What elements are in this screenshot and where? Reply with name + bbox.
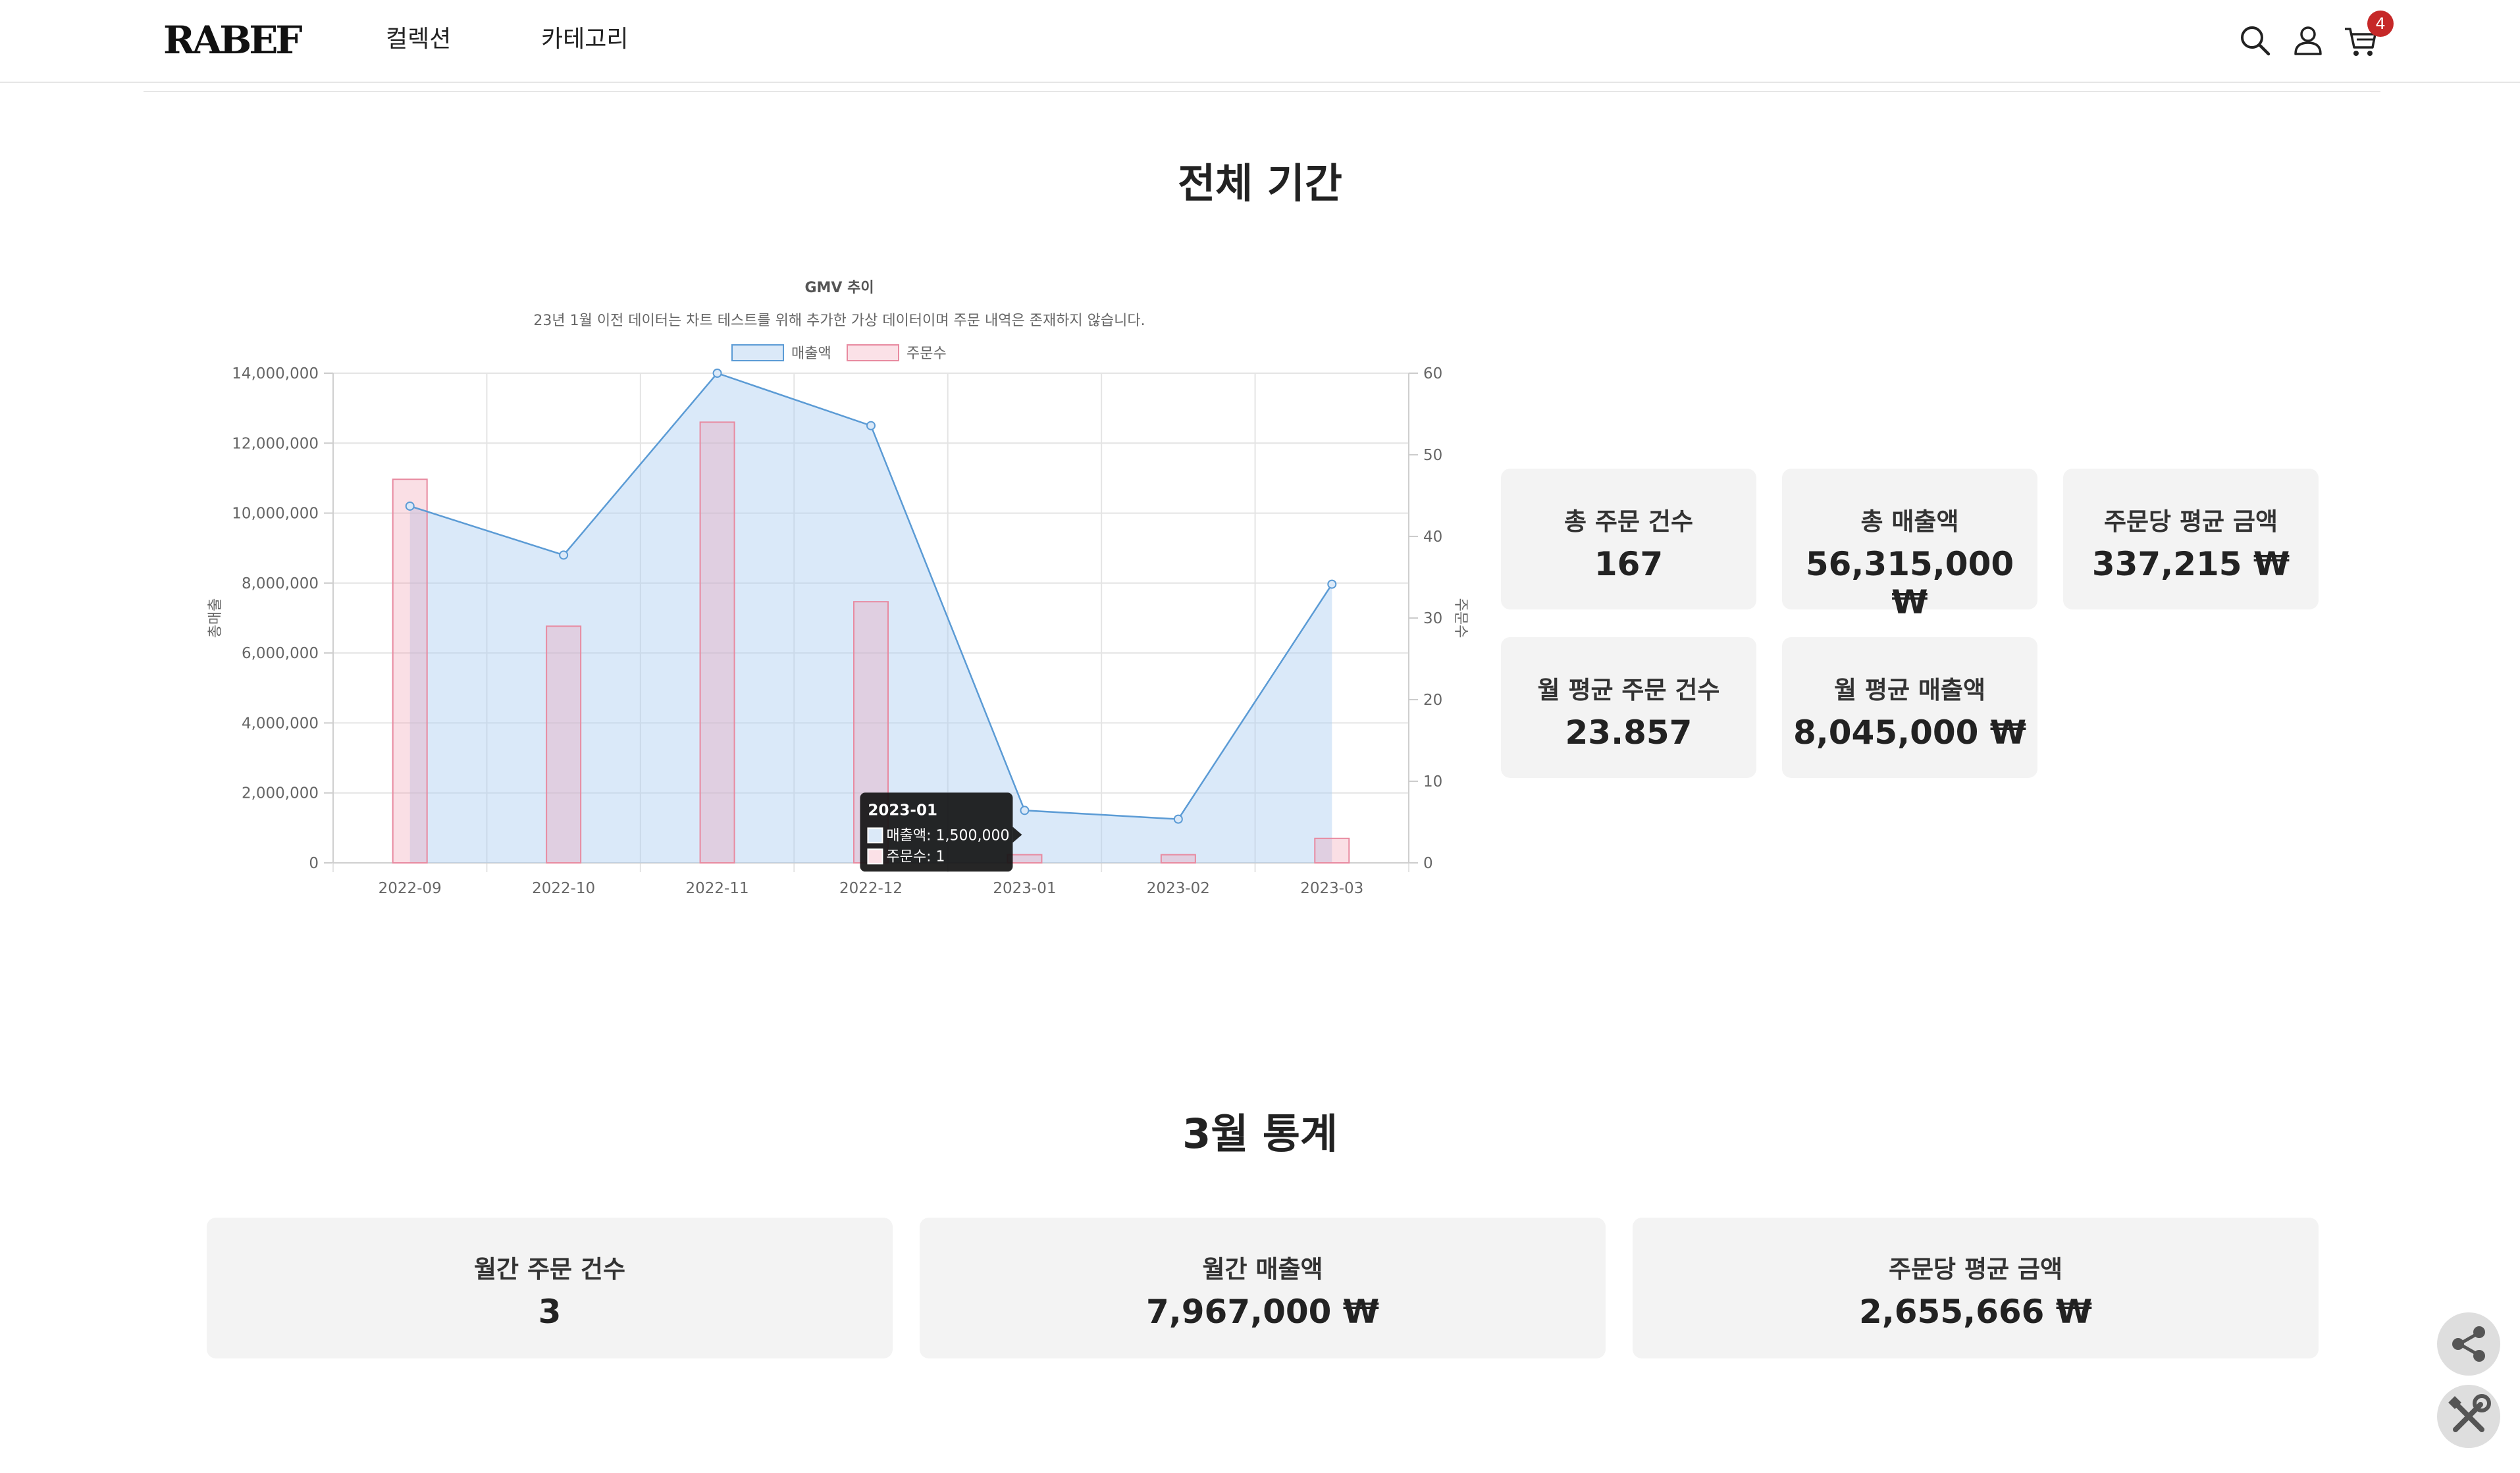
sales-point [712, 369, 722, 378]
stat-card-monthly-orders: 월간 주문 건수 3 [207, 1218, 893, 1358]
x-tick-label: 2022-12 [839, 880, 903, 897]
share-button[interactable] [2437, 1312, 2500, 1376]
y-left-tick-label: 2,000,000 [242, 785, 319, 802]
y-left-tick-label: 14,000,000 [232, 365, 319, 382]
orders-bar [392, 478, 428, 864]
stat-card-monthly-sales: 월간 매출액 7,967,000 ₩ [920, 1218, 1606, 1358]
stat-label: 총 매출액 [1860, 507, 1959, 536]
stat-value: 337,215 ₩ [2091, 545, 2290, 583]
stat-value: 167 [1594, 545, 1664, 583]
x-tick-label: 2022-10 [532, 880, 595, 897]
tooltip-swatch-sales [867, 827, 883, 844]
y-left-tick-label: 12,000,000 [232, 435, 319, 452]
orders-bar [1314, 837, 1350, 864]
stat-label: 주문당 평균 금액 [1888, 1255, 2063, 1283]
chart-subtitle: 23년 1월 이전 데이터는 차트 테스트를 위해 추가한 가상 데이터이며 주… [533, 313, 1145, 329]
tooltip-title: 2023-01 [868, 802, 937, 819]
y-left-tick-label: 6,000,000 [242, 645, 319, 662]
legend-swatch-sales [731, 344, 784, 361]
y-left-tick-label: 4,000,000 [242, 715, 319, 732]
stat-label: 월 평균 주문 건수 [1537, 676, 1720, 704]
x-tick-label: 2022-09 [379, 880, 442, 897]
stat-label: 총 주문 건수 [1564, 507, 1693, 536]
legend-swatch-orders [847, 344, 899, 361]
legend-label-sales: 매출액 [791, 346, 831, 362]
stat-label: 월 평균 매출액 [1833, 676, 1985, 704]
chart-title: GMV 추이 [804, 280, 874, 296]
header-divider [144, 91, 2380, 92]
stat-card-total-sales: 총 매출액 56,315,000 ₩ [1782, 469, 2037, 621]
y-left-tick-label: 10,000,000 [232, 505, 319, 523]
x-tick-label: 2023-03 [1300, 880, 1363, 897]
y-right-tick-label: 20 [1423, 692, 1442, 709]
stat-value: 3 [538, 1293, 562, 1331]
stat-value: 7,967,000 ₩ [1145, 1293, 1380, 1331]
legend-label-orders: 주문수 [906, 346, 947, 362]
sales-point [405, 501, 415, 511]
nav-collection[interactable]: 컬렉션 [386, 24, 451, 55]
tooltip-swatch-orders [867, 848, 883, 865]
stat-value: 56,315,000 ₩ [1805, 545, 2014, 621]
orders-bar [546, 625, 582, 864]
site-logo[interactable]: RABEF [163, 17, 303, 63]
orders-bar [699, 421, 735, 864]
tools-button[interactable] [2437, 1385, 2500, 1448]
y-left-axis-title: 총매출 [207, 598, 224, 638]
nav-category[interactable]: 카테고리 [541, 24, 628, 55]
stat-label: 주문당 평균 금액 [2103, 507, 2278, 536]
y-left-tick-label: 8,000,000 [242, 575, 319, 592]
stat-card-monthly-avg-orders: 월 평균 주문 건수 23.857 [1501, 637, 1756, 778]
stat-card-total-orders: 총 주문 건수 167 [1501, 469, 1756, 609]
stat-card-avg-order-amount: 주문당 평균 금액 337,215 ₩ [2063, 469, 2319, 609]
stat-card-monthly-avg-order-amount: 주문당 평균 금액 2,655,666 ₩ [1633, 1218, 2319, 1358]
sales-point [866, 421, 876, 430]
stat-label: 월간 주문 건수 [473, 1255, 625, 1283]
x-tick-label: 2023-01 [993, 880, 1056, 897]
stat-value: 8,045,000 ₩ [1793, 713, 2027, 752]
overall-section-title: 전체 기간 [1178, 159, 1342, 207]
y-left-tick-label: 0 [309, 855, 319, 872]
tools-icon [2448, 1394, 2491, 1432]
tooltip-line-sales: 매출액: 1,500,000 [886, 827, 1009, 844]
stat-card-monthly-avg-sales: 월 평균 매출액 8,045,000 ₩ [1782, 637, 2037, 778]
sales-point [1020, 806, 1030, 815]
stat-value: 2,655,666 ₩ [1858, 1293, 2093, 1331]
y-right-tick-label: 50 [1423, 447, 1442, 464]
monthly-section-title: 3월 통계 [1182, 1110, 1338, 1158]
y-right-tick-label: 0 [1423, 855, 1433, 872]
orders-bar [1160, 854, 1196, 864]
sales-point [1327, 579, 1337, 589]
y-right-tick-label: 10 [1423, 773, 1442, 790]
y-right-tick-label: 60 [1423, 365, 1442, 382]
search-icon[interactable] [2237, 22, 2274, 59]
sales-point [1173, 814, 1183, 824]
y-right-tick-label: 30 [1423, 610, 1442, 627]
y-right-tick-label: 40 [1423, 529, 1442, 546]
x-tick-label: 2023-02 [1147, 880, 1210, 897]
sales-point [559, 550, 569, 560]
stat-value: 23.857 [1565, 713, 1693, 752]
y-right-axis-title: 주문수 [1452, 598, 1469, 638]
site-header: RABEF 컬렉션 카테고리 4 [0, 0, 2520, 83]
user-icon[interactable] [2290, 22, 2326, 59]
gmv-chart[interactable]: GMV 추이 23년 1월 이전 데이터는 차트 테스트를 위해 추가한 가상 데… [197, 270, 1488, 928]
tooltip-line-orders: 주문수: 1 [886, 848, 945, 865]
x-tick-label: 2022-11 [686, 880, 749, 897]
stat-label: 월간 매출액 [1202, 1255, 1323, 1283]
share-icon [2452, 1326, 2485, 1362]
cart-count-badge: 4 [2367, 11, 2394, 37]
